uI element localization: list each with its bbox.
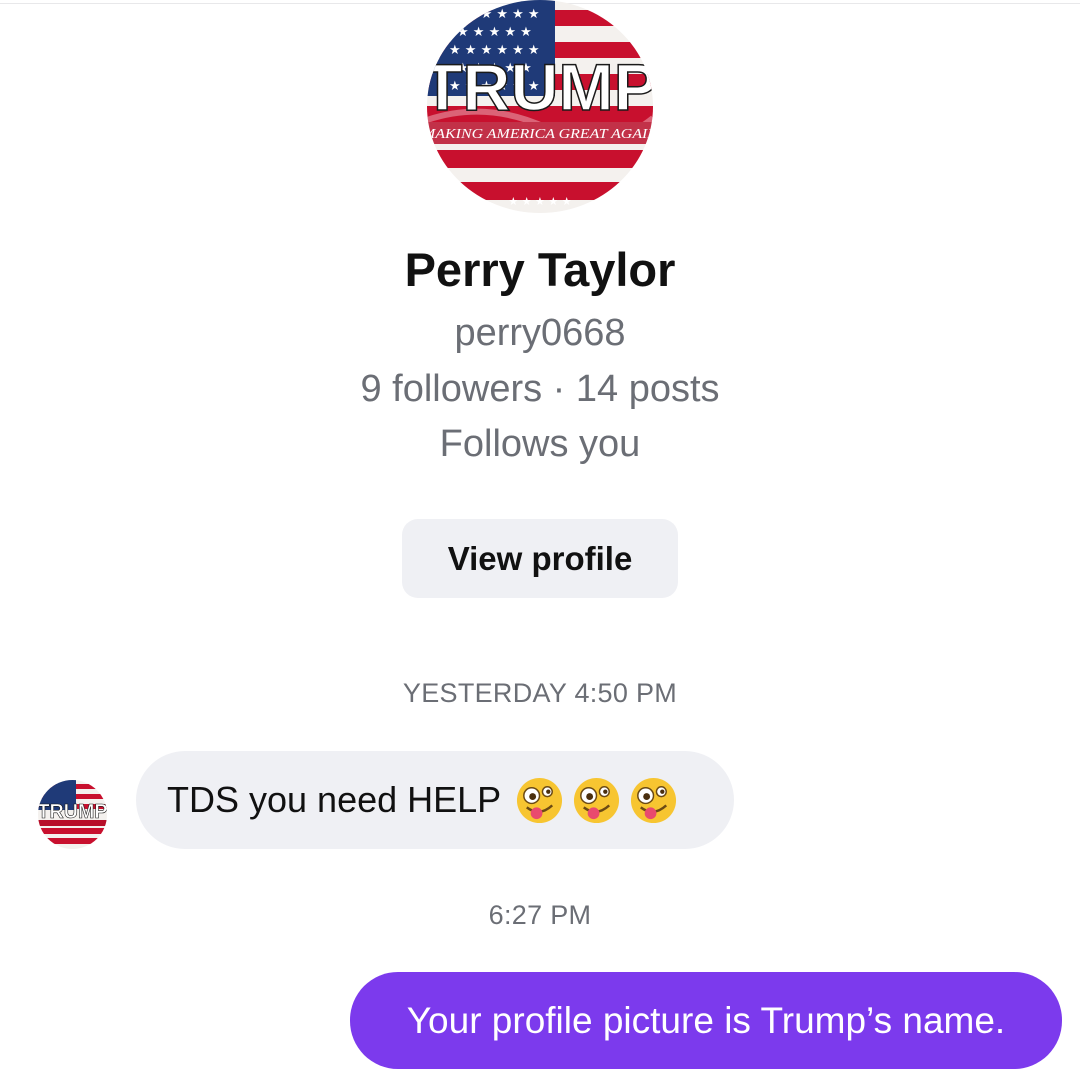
conversation-screen: ★ ★ ★ ★ ★ ★ ★ ★ ★ ★ ★ ★ ★ ★ ★ ★ ★ ★ ★ ★ … <box>0 0 1080 1080</box>
sender-avatar[interactable]: TRUMP <box>38 780 107 849</box>
outgoing-message-bubble[interactable]: Your profile picture is Trump’s name. <box>350 972 1062 1069</box>
zany-face-emoji-icon <box>517 777 563 823</box>
profile-avatar[interactable]: ★ ★ ★ ★ ★ ★ ★ ★ ★ ★ ★ ★ ★ ★ ★ ★ ★ ★ ★ ★ … <box>427 0 653 213</box>
svg-text:★ ★ ★ ★ ★: ★ ★ ★ ★ ★ <box>508 195 571 208</box>
outgoing-message-text: Your profile picture is Trump’s name. <box>406 999 1006 1041</box>
profile-handle: perry0668 <box>454 312 626 354</box>
svg-text:★ ★ ★ ★ ★: ★ ★ ★ ★ ★ <box>457 25 532 40</box>
profile-stats: 9 followers · 14 posts <box>360 368 720 410</box>
trump-flag-avatar-icon: TRUMP <box>38 780 107 849</box>
zany-face-emoji-icon <box>574 777 620 823</box>
view-profile-button[interactable]: View profile <box>402 519 678 598</box>
emoji-group <box>515 776 678 825</box>
incoming-message-text: TDS you need HELP <box>167 779 502 820</box>
follows-you-label: Follows you <box>439 423 641 465</box>
svg-text:★ ★ ★ ★ ★ ★: ★ ★ ★ ★ ★ ★ <box>449 7 540 22</box>
trump-flag-avatar-icon: ★ ★ ★ ★ ★ ★ ★ ★ ★ ★ ★ ★ ★ ★ ★ ★ ★ ★ ★ ★ … <box>427 0 653 213</box>
message-timestamp: 6:27 PM <box>488 900 592 930</box>
avatar-banner-text: TRUMP <box>427 50 653 124</box>
zany-face-emoji-icon <box>631 777 677 823</box>
avatar-banner-text: TRUMP <box>38 801 107 823</box>
avatar-tagline: MAKING AMERICA GREAT AGAIN <box>427 127 653 142</box>
profile-name: Perry Taylor <box>404 243 676 296</box>
message-timestamp: YESTERDAY 4:50 PM <box>402 678 678 708</box>
incoming-message-bubble[interactable]: TDS you need HELP <box>136 751 734 849</box>
